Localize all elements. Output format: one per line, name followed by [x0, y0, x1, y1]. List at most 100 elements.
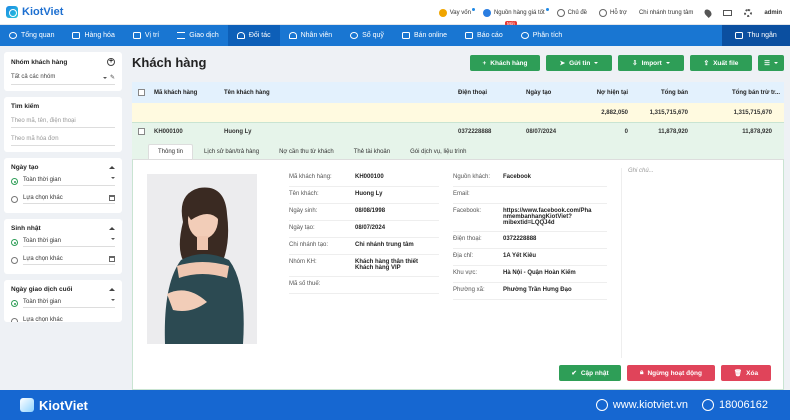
- send-message-button[interactable]: ➤ Gửi tin: [546, 55, 612, 71]
- row-net: 11,878,920: [742, 128, 772, 135]
- table-row[interactable]: KH000100 Huong Ly 0372228888 08/07/2024 …: [132, 122, 784, 140]
- location-icon[interactable]: [703, 7, 714, 18]
- select-all-checkbox[interactable]: [138, 89, 145, 96]
- send-icon: ➤: [559, 60, 566, 67]
- user-menu[interactable]: admin: [764, 10, 782, 16]
- collapse-icon[interactable]: [109, 227, 115, 230]
- field-label: Ngày sinh:: [289, 208, 318, 214]
- import-button[interactable]: ⇩ Import: [618, 55, 684, 71]
- support-link[interactable]: Hỗ trợ: [599, 8, 627, 17]
- birthday-other-option[interactable]: Lựa chọn khác: [11, 250, 115, 268]
- delete-button[interactable]: 🗑︎ Xóa: [721, 365, 771, 381]
- tab-sales-history[interactable]: Lịch sử bán/trả hàng: [195, 145, 268, 159]
- radio[interactable]: [11, 257, 18, 264]
- settings-icon[interactable]: [744, 8, 753, 17]
- nav-transactions[interactable]: Giao dịch: [168, 25, 228, 46]
- nav-overview[interactable]: Tổng quan: [0, 25, 63, 46]
- theme-link[interactable]: Chủ đề: [556, 8, 587, 17]
- help-icon: [599, 8, 608, 17]
- radio-selected[interactable]: [11, 300, 18, 307]
- footer-website[interactable]: www.kiotviet.vn: [595, 399, 688, 411]
- loan-link[interactable]: Vay vốn: [438, 7, 475, 17]
- search-invoice-input[interactable]: Theo mã hóa đơn: [11, 128, 115, 146]
- col-total[interactable]: Tổng bán: [640, 82, 688, 103]
- cashier-button[interactable]: Thu ngân: [722, 25, 790, 46]
- footer-hotline[interactable]: 18006162: [702, 399, 768, 411]
- customer-photo-illustration: [147, 174, 257, 344]
- collapse-icon[interactable]: [109, 166, 115, 169]
- detail-field: Khu vực: Hà Nội - Quận Hoàn Kiếm: [453, 266, 607, 283]
- lasttx-all-time-option[interactable]: Toàn thời gian: [11, 293, 115, 311]
- cashier-icon: [735, 32, 744, 39]
- row-checkbox[interactable]: [138, 128, 145, 135]
- search-card: Tìm kiếm Theo mã, tên, điện thoại Theo m…: [4, 97, 122, 152]
- page-title: Khách hàng: [132, 55, 207, 70]
- box-icon: [72, 32, 81, 39]
- trash-icon: 🗑︎: [733, 370, 743, 377]
- nav-products[interactable]: Hàng hóa: [63, 25, 123, 46]
- field-label: Nhóm KH:: [289, 259, 317, 265]
- add-circle-icon[interactable]: +: [107, 58, 115, 66]
- chevron-down-icon: [665, 62, 670, 64]
- brand-logo[interactable]: KiotViet: [6, 6, 63, 18]
- created-other-option[interactable]: Lựa chọn khác: [11, 189, 115, 207]
- chart-icon: [465, 32, 474, 39]
- lasttx-other-option[interactable]: Lựa chọn khác: [11, 311, 115, 322]
- nav-partners[interactable]: Đối tác: [227, 25, 280, 46]
- birthday-card: Sinh nhật Toàn thời gian Lựa chọn khác: [4, 219, 122, 274]
- customer-table: Mã khách hàng Tên khách hàng Điện thoại …: [132, 82, 784, 390]
- tab-account-card[interactable]: Thẻ tài khoản: [345, 145, 399, 159]
- radio[interactable]: [11, 318, 18, 322]
- pencil-icon[interactable]: ✎: [110, 75, 115, 81]
- col-created[interactable]: Ngày tạo: [526, 82, 551, 103]
- nav-cashbook[interactable]: Sổ quỹ: [341, 25, 393, 46]
- col-name[interactable]: Tên khách hàng: [224, 82, 270, 103]
- radio[interactable]: [11, 196, 18, 203]
- tab-service-packages[interactable]: Gói dịch vụ, liệu trình: [401, 145, 475, 159]
- analytics-icon: [520, 32, 529, 39]
- row-code: KH000100: [154, 128, 183, 135]
- col-debt[interactable]: Nợ hiện tại: [590, 82, 628, 103]
- field-label: Điện thoại:: [453, 236, 482, 242]
- sum-debt: 2,882,050: [601, 109, 628, 116]
- footer-banner: KiotViet www.kiotviet.vn 18006162: [0, 390, 790, 420]
- radio-selected[interactable]: [11, 178, 18, 185]
- radio-selected[interactable]: [11, 239, 18, 246]
- created-all-time-option[interactable]: Toàn thời gian: [11, 171, 115, 189]
- add-customer-button[interactable]: + Khách hàng: [470, 55, 540, 71]
- nav-online[interactable]: Bán online: [393, 25, 456, 46]
- column-view-button[interactable]: ☰: [758, 55, 784, 71]
- field-label: Địa chỉ:: [453, 253, 474, 259]
- field-label: Ngày tạo:: [289, 225, 315, 231]
- customer-group-select[interactable]: Tất cả các nhóm ✎: [11, 66, 115, 85]
- chevron-down-icon: [111, 177, 115, 179]
- nav-analytics[interactable]: Phân tích: [512, 25, 572, 46]
- tab-receivables[interactable]: Nợ cần thu từ khách: [270, 145, 343, 159]
- nav-reports[interactable]: Báo cáo: [456, 25, 512, 46]
- update-button[interactable]: ✔ Cập nhật: [559, 365, 621, 381]
- col-net[interactable]: Tổng bán trừ tr...: [702, 82, 780, 103]
- field-value: 1A Yết Kiêu: [503, 253, 537, 259]
- birthday-all-time-option[interactable]: Toàn thời gian: [11, 232, 115, 250]
- check-icon: ✔: [571, 370, 577, 377]
- cashbook-icon: [350, 32, 359, 39]
- branch-selector[interactable]: Chi nhánh trung tâm: [639, 10, 693, 16]
- tab-info[interactable]: Thông tin: [148, 144, 194, 159]
- field-value: Khách hàng thân thiết Khách hàng VIP: [355, 259, 418, 271]
- supply-link[interactable]: Nguồn hàng giá tốt Mới: [482, 7, 549, 26]
- col-phone[interactable]: Điện thoại: [458, 82, 487, 103]
- field-value: [503, 191, 607, 198]
- collapse-icon[interactable]: [109, 288, 115, 291]
- deactivate-button[interactable]: 🔒︎ Ngừng hoạt động: [627, 365, 715, 381]
- field-value: 0372228888: [503, 236, 537, 242]
- export-button[interactable]: ⇪ Xuất file: [690, 55, 752, 71]
- nav-staff[interactable]: Nhân viên: [280, 25, 342, 46]
- notes-field[interactable]: Ghi chú...: [621, 168, 771, 358]
- detail-field: Facebook: https://www.facebook.com/Pha nm…: [453, 204, 607, 232]
- mail-icon[interactable]: [723, 9, 733, 16]
- toolbar: + Khách hàng ➤ Gửi tin ⇩ Import ⇪ Xuất file …: [470, 55, 784, 71]
- col-code[interactable]: Mã khách hàng: [154, 82, 197, 103]
- search-code-input[interactable]: Theo mã, tên, điện thoại: [11, 110, 115, 128]
- detail-field: Phường xã: Phường Trần Hưng Đạo: [453, 283, 607, 300]
- nav-location[interactable]: Vị trí: [124, 25, 168, 46]
